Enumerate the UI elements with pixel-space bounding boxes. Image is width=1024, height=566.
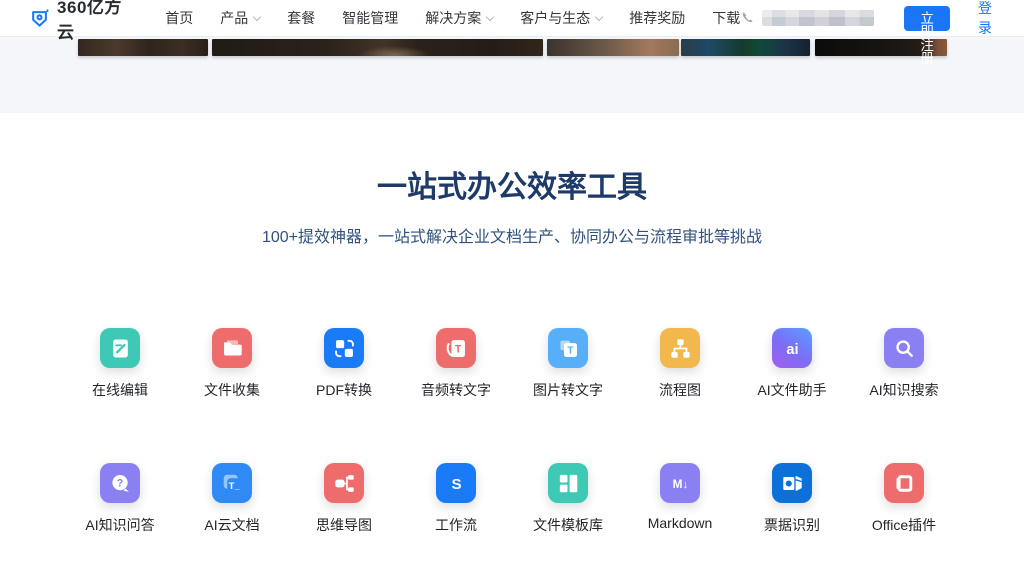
chevron-down-icon xyxy=(595,12,603,20)
tool-item[interactable]: AI文件助手 xyxy=(736,328,848,400)
tool-label: 工作流 xyxy=(435,515,477,535)
markdown-icon xyxy=(660,463,700,503)
tool-label: 在线编辑 xyxy=(92,380,148,400)
tool-label: AI知识问答 xyxy=(85,515,154,535)
nav-item-plans[interactable]: 套餐 xyxy=(287,8,315,28)
shield-logo-icon xyxy=(30,7,49,30)
tool-label: 流程图 xyxy=(659,380,701,400)
phone-icon xyxy=(740,10,756,26)
efficiency-tools-section: 一站式办公效率工具 100+提效神器，一站式解决企业文档生产、协同办公与流程审批… xyxy=(0,170,1024,535)
main-nav: 首页 产品 套餐 智能管理 解决方案 客户与生态 推荐奖励 下载 xyxy=(165,8,740,28)
tool-item[interactable]: 思维导图 xyxy=(288,463,400,535)
tool-item[interactable]: 图片转文字 xyxy=(512,328,624,400)
cloud-doc-icon xyxy=(212,463,252,503)
template-library-icon xyxy=(548,463,588,503)
carousel-band xyxy=(0,37,1024,113)
tool-label: 思维导图 xyxy=(316,515,372,535)
carousel-thumbnail[interactable] xyxy=(547,39,679,56)
nav-item-solutions[interactable]: 解决方案 xyxy=(425,8,493,28)
tool-label: PDF转换 xyxy=(316,380,372,400)
tools-grid: 在线编辑 文件收集 PDF转换 音频转文字 图片转文字 流程图 xyxy=(64,328,960,535)
tool-item[interactable]: AI知识搜索 xyxy=(848,328,960,400)
tool-item[interactable]: Office插件 xyxy=(848,463,960,535)
tool-label: AI知识搜索 xyxy=(869,380,938,400)
contact-phone xyxy=(740,10,874,26)
brand-logo[interactable]: 360亿方云 xyxy=(30,0,125,43)
office-plugin-icon xyxy=(884,463,924,503)
login-link[interactable]: 登录 xyxy=(978,0,992,38)
tool-item[interactable]: AI云文档 xyxy=(176,463,288,535)
workflow-icon xyxy=(436,463,476,503)
nav-item-home[interactable]: 首页 xyxy=(165,8,193,28)
tool-label: 文件模板库 xyxy=(533,515,603,535)
tool-label: Office插件 xyxy=(872,515,936,535)
tool-label: 文件收集 xyxy=(204,380,260,400)
nav-item-smart-management[interactable]: 智能管理 xyxy=(342,8,398,28)
tool-item[interactable]: 票据识别 xyxy=(736,463,848,535)
chevron-down-icon xyxy=(486,12,494,20)
section-subtitle: 100+提效神器，一站式解决企业文档生产、协同办公与流程审批等挑战 xyxy=(0,226,1024,249)
nav-item-products[interactable]: 产品 xyxy=(220,8,260,28)
carousel-thumbnail[interactable] xyxy=(681,39,810,56)
brand-name: 360亿方云 xyxy=(57,0,125,43)
tool-item[interactable]: 音频转文字 xyxy=(400,328,512,400)
flowchart-icon xyxy=(660,328,700,368)
section-title: 一站式办公效率工具 xyxy=(0,170,1024,206)
edit-doc-icon xyxy=(100,328,140,368)
tool-label: 图片转文字 xyxy=(533,380,603,400)
nav-item-download[interactable]: 下载 xyxy=(712,8,740,28)
folder-collect-icon xyxy=(212,328,252,368)
chevron-down-icon xyxy=(253,12,261,20)
audio-to-text-icon xyxy=(436,328,476,368)
tool-label: 票据识别 xyxy=(764,515,820,535)
nav-item-customers-ecosystem[interactable]: 客户与生态 xyxy=(520,8,602,28)
carousel-thumbnail[interactable] xyxy=(212,39,543,56)
tool-label: Markdown xyxy=(648,515,713,531)
knowledge-search-icon xyxy=(884,328,924,368)
tool-item[interactable]: PDF转换 xyxy=(288,328,400,400)
tool-label: AI文件助手 xyxy=(757,380,826,400)
tool-label: 音频转文字 xyxy=(421,380,491,400)
tool-item[interactable]: 在线编辑 xyxy=(64,328,176,400)
register-button[interactable]: 立即注册 xyxy=(904,6,950,31)
receipt-ocr-icon xyxy=(772,463,812,503)
tool-label: AI云文档 xyxy=(204,515,259,535)
top-navigation-bar: 360亿方云 首页 产品 套餐 智能管理 解决方案 客户与生态 推荐奖励 下载 … xyxy=(0,0,1024,37)
header-actions: 立即注册 登录 xyxy=(740,0,1004,38)
tool-item[interactable]: 文件模板库 xyxy=(512,463,624,535)
tool-item[interactable]: Markdown xyxy=(624,463,736,535)
mindmap-icon xyxy=(324,463,364,503)
tool-item[interactable]: 工作流 xyxy=(400,463,512,535)
pdf-convert-icon xyxy=(324,328,364,368)
phone-number-redacted xyxy=(762,10,874,26)
image-to-text-icon xyxy=(548,328,588,368)
ai-assistant-icon xyxy=(772,328,812,368)
nav-item-referral-rewards[interactable]: 推荐奖励 xyxy=(629,8,685,28)
tool-item[interactable]: AI知识问答 xyxy=(64,463,176,535)
knowledge-qa-icon xyxy=(100,463,140,503)
tool-item[interactable]: 文件收集 xyxy=(176,328,288,400)
tool-item[interactable]: 流程图 xyxy=(624,328,736,400)
